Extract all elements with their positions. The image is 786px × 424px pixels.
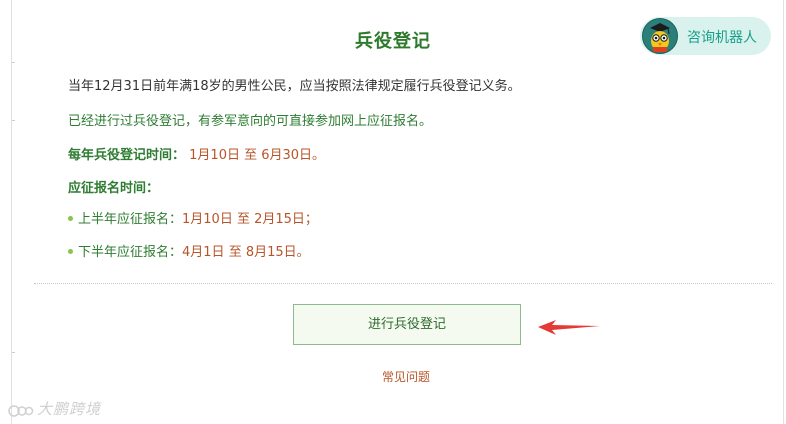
frame-tick: [12, 62, 15, 63]
first-half-value: 1月10日 至 2月15日；: [182, 212, 318, 227]
first-half-row: 上半年应征报名：1月10日 至 2月15日；: [68, 208, 318, 227]
registration-time-value: 1月10日 至 6月30日。: [189, 148, 326, 163]
application-time-label: 应征报名时间：: [68, 181, 160, 196]
bullet-icon: [68, 216, 73, 221]
robot-avatar-icon: [642, 18, 678, 54]
frame-tick: [12, 352, 15, 353]
registration-time-row: 每年兵役登记时间： 1月10日 至 6月30日。: [68, 144, 325, 163]
register-button[interactable]: 进行兵役登记: [293, 304, 521, 345]
watermark-text: 大鹏跨境: [37, 400, 102, 418]
arrow-left-icon: [538, 320, 600, 335]
first-half-label: 上半年应征报名：: [78, 212, 183, 227]
faq-link[interactable]: 常见问题: [382, 368, 430, 385]
robot-label: 咨询机器人: [687, 30, 757, 46]
bullet-icon: [68, 249, 73, 254]
watermark-logo-icon: [8, 404, 34, 417]
second-half-row: 下半年应征报名：4月1日 至 8月15日。: [68, 241, 310, 260]
second-half-label: 下半年应征报名：: [78, 245, 183, 260]
second-half-value: 4月1日 至 8月15日。: [182, 245, 310, 260]
consult-robot-button[interactable]: 咨询机器人: [640, 17, 771, 55]
section-divider: [34, 283, 772, 284]
registration-requirement-text: 当年12月31日前年满18岁的男性公民，应当按照法律规定履行兵役登记义务。: [68, 79, 521, 94]
online-apply-text: 已经进行过兵役登记，有参军意向的可直接参加网上应征报名。: [68, 114, 433, 129]
registration-time-label: 每年兵役登记时间：: [68, 148, 186, 163]
frame-tick: [12, 120, 15, 121]
watermark: 大鹏跨境: [8, 398, 101, 419]
